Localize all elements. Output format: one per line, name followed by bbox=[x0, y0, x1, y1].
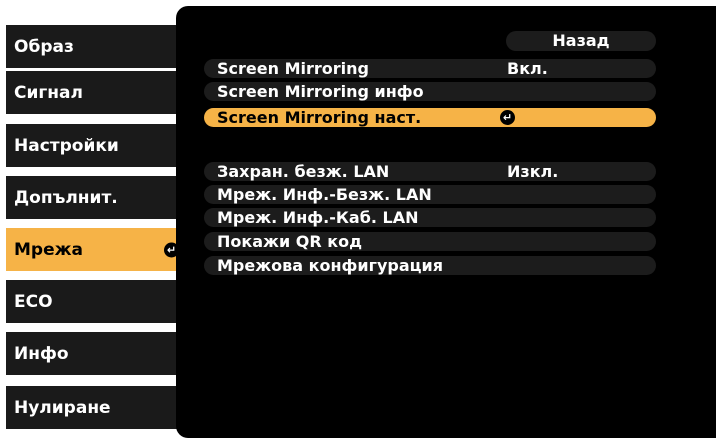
sidebar-item-label: ECO bbox=[14, 291, 53, 312]
sidebar-menu: Образ Сигнал Настройки Допълнит. Мрежа ↵… bbox=[0, 0, 195, 440]
menu-row-label: Мреж. Инф.-Каб. LAN bbox=[217, 208, 419, 227]
sidebar-item-label: Допълнит. bbox=[14, 187, 118, 208]
sidebar-item-signal[interactable]: Сигнал bbox=[6, 71, 187, 114]
sidebar-item-extended[interactable]: Допълнит. bbox=[6, 176, 187, 219]
menu-row-value: Изкл. bbox=[507, 162, 559, 181]
menu-row-network-info-wireless[interactable]: Мреж. Инф.-Безж. LAN bbox=[204, 185, 656, 204]
menu-row-screen-mirroring-settings[interactable]: Screen Mirroring наст. ↵ bbox=[204, 108, 656, 127]
sidebar-item-image[interactable]: Образ bbox=[6, 25, 187, 68]
sidebar-item-label: Сигнал bbox=[14, 82, 83, 103]
menu-row-network-info-wired[interactable]: Мреж. Инф.-Каб. LAN bbox=[204, 208, 656, 227]
menu-row-label: Покажи QR код bbox=[217, 232, 363, 251]
sidebar-item-reset[interactable]: Нулиране bbox=[6, 386, 187, 429]
sidebar-item-settings[interactable]: Настройки bbox=[6, 124, 187, 167]
menu-row-label: Мреж. Инф.-Безж. LAN bbox=[217, 185, 432, 204]
menu-row-label: Screen Mirroring инфо bbox=[217, 82, 424, 101]
back-button[interactable]: Назад bbox=[506, 31, 656, 51]
menu-row-label: Захран. безж. LAN bbox=[217, 162, 390, 181]
menu-row-show-qr-code[interactable]: Покажи QR код bbox=[204, 232, 656, 251]
sidebar-item-label: Образ bbox=[14, 36, 74, 57]
menu-row-label: Мрежова конфигурация bbox=[217, 256, 444, 275]
sidebar-item-label: Настройки bbox=[14, 135, 119, 156]
sidebar-item-eco[interactable]: ECO bbox=[6, 280, 187, 323]
sidebar-item-label: Нулиране bbox=[14, 397, 111, 418]
menu-row-value: Вкл. bbox=[507, 59, 548, 78]
menu-row-label: Screen Mirroring наст. bbox=[217, 108, 422, 127]
menu-row-screen-mirroring[interactable]: Screen Mirroring Вкл. bbox=[204, 59, 656, 78]
sidebar-item-label: Инфо bbox=[14, 343, 69, 364]
menu-row-wireless-lan-power[interactable]: Захран. безж. LAN Изкл. bbox=[204, 162, 656, 181]
sidebar-item-network[interactable]: Мрежа ↵ bbox=[6, 228, 187, 271]
network-settings-panel: Назад Screen Mirroring Вкл. Screen Mirro… bbox=[176, 6, 716, 438]
menu-row-screen-mirroring-info[interactable]: Screen Mirroring инфо bbox=[204, 82, 656, 101]
sidebar-item-info[interactable]: Инфо bbox=[6, 332, 187, 375]
menu-row-label: Screen Mirroring bbox=[217, 59, 369, 78]
enter-icon: ↵ bbox=[500, 110, 515, 125]
menu-row-network-configuration[interactable]: Мрежова конфигурация bbox=[204, 256, 656, 275]
sidebar-item-label: Мрежа bbox=[14, 239, 84, 260]
